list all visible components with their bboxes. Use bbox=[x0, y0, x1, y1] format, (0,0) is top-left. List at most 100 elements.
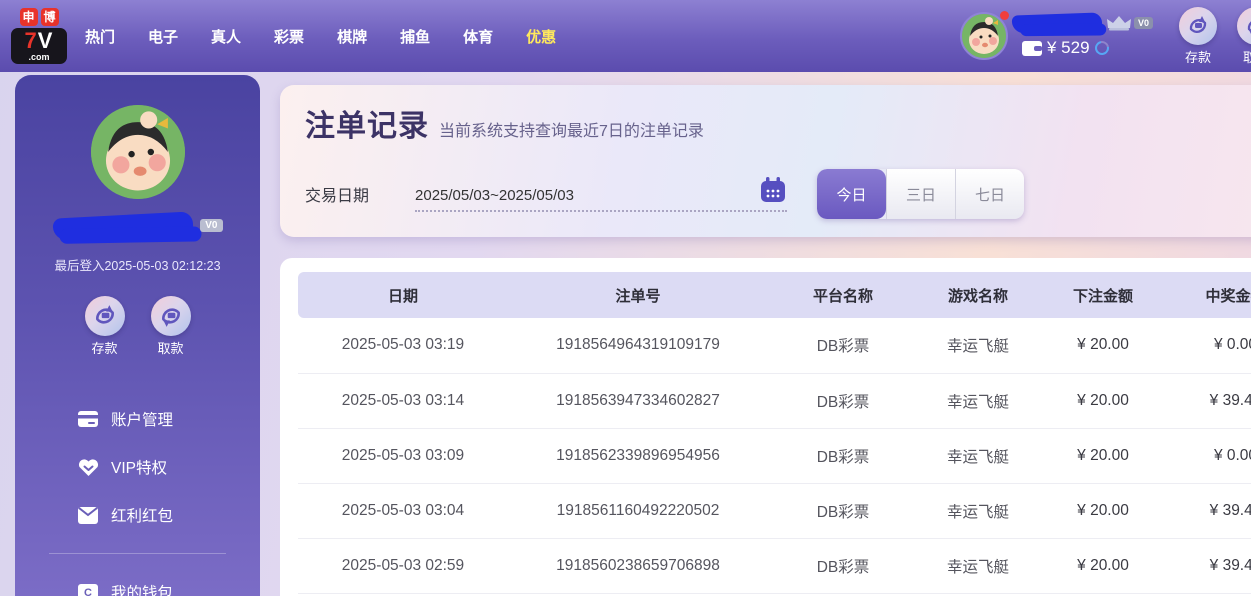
sidebar-divider bbox=[49, 553, 226, 554]
sidebar-avatar bbox=[91, 105, 185, 199]
cell-win-amount: ¥ 0.00 bbox=[1168, 318, 1251, 373]
cell-platform: DB彩票 bbox=[768, 373, 918, 428]
sidebar-avatar-cartoon bbox=[91, 105, 185, 199]
notification-dot bbox=[1000, 11, 1009, 20]
nav-item-1[interactable]: 热门 bbox=[85, 26, 115, 47]
cell-win-amount: ¥ 39.40 bbox=[1168, 483, 1251, 538]
cell-platform: DB彩票 bbox=[768, 483, 918, 538]
deposit-transfer-icon bbox=[1187, 15, 1209, 37]
cell-bet-id: 1918563947334602827 bbox=[508, 373, 768, 428]
cell-win-amount: ¥ 39.40 bbox=[1168, 538, 1251, 593]
tab-three-days[interactable]: 三日 bbox=[886, 169, 955, 219]
logo-tld: .com bbox=[11, 53, 67, 62]
cell-bet-id: 1918560238659706898 bbox=[508, 538, 768, 593]
tab-seven-days[interactable]: 七日 bbox=[955, 169, 1024, 219]
bet-records-table: 日期注单号平台名称游戏名称下注金额中奖金额 2025-05-03 03:1919… bbox=[298, 272, 1251, 594]
column-header: 中奖金额 bbox=[1168, 272, 1251, 318]
table-body: 2025-05-03 03:191918564964319109179DB彩票幸… bbox=[298, 318, 1251, 593]
cell-bet-amount: ¥ 20.00 bbox=[1038, 318, 1168, 373]
nav-item-6[interactable]: 捕鱼 bbox=[400, 26, 430, 47]
sidebar-deposit-button[interactable]: 存款 bbox=[85, 296, 125, 357]
my-wallet-icon: C bbox=[77, 581, 99, 596]
cell-date: 2025-05-03 02:59 bbox=[298, 538, 508, 593]
sidebar: V0 最后登入2025-05-03 02:12:23 存款 bbox=[15, 75, 260, 596]
last-login-text: 最后登入2025-05-03 02:12:23 bbox=[15, 255, 260, 274]
cell-date: 2025-05-03 03:19 bbox=[298, 318, 508, 373]
vip-heart-icon bbox=[77, 456, 99, 478]
bank-card-icon bbox=[77, 408, 99, 430]
deposit-button[interactable]: 存款 bbox=[1179, 7, 1217, 66]
user-cluster: V0 ¥ 529 bbox=[960, 12, 1153, 60]
column-header: 下注金额 bbox=[1038, 272, 1168, 318]
wallet-icon bbox=[1022, 41, 1042, 56]
avatar-image bbox=[960, 12, 1008, 60]
withdraw-button[interactable]: 取款 bbox=[1237, 7, 1251, 66]
cell-bet-id: 1918564964319109179 bbox=[508, 318, 768, 373]
logo-badge-bo: 博 bbox=[41, 8, 59, 26]
sidebar-item-wallet[interactable]: C 我的钱包 bbox=[15, 568, 260, 596]
nav-item-5[interactable]: 棋牌 bbox=[337, 26, 367, 47]
logo-7: 7 bbox=[25, 28, 38, 53]
nav-item-8[interactable]: 优惠 bbox=[526, 26, 556, 47]
tab-today[interactable]: 今日 bbox=[817, 169, 886, 219]
table-row: 2025-05-03 03:191918564964319109179DB彩票幸… bbox=[298, 318, 1251, 373]
logo-box: 7V .com bbox=[11, 28, 67, 64]
calendar-icon[interactable] bbox=[759, 176, 787, 204]
withdraw-transfer-icon bbox=[159, 304, 183, 328]
cell-game: 幸运飞艇 bbox=[918, 428, 1038, 483]
table-row: 2025-05-03 03:141918563947334602827DB彩票幸… bbox=[298, 373, 1251, 428]
table-row: 2025-05-03 03:091918562339896954956DB彩票幸… bbox=[298, 428, 1251, 483]
column-header: 注单号 bbox=[508, 272, 768, 318]
avatar[interactable] bbox=[960, 12, 1008, 60]
nav-item-7[interactable]: 体育 bbox=[463, 26, 493, 47]
main-nav: 热门 电子 真人 彩票 棋牌 捕鱼 体育 优惠 bbox=[85, 26, 556, 47]
topbar: 申 博 7V .com 热门 电子 真人 彩票 棋牌 捕鱼 体育 优惠 bbox=[0, 0, 1251, 72]
bet-records-card: 日期注单号平台名称游戏名称下注金额中奖金额 2025-05-03 03:1919… bbox=[280, 258, 1251, 596]
site-logo[interactable]: 申 博 7V .com bbox=[10, 8, 68, 64]
table-header-row: 日期注单号平台名称游戏名称下注金额中奖金额 bbox=[298, 272, 1251, 318]
svg-text:C: C bbox=[84, 587, 92, 596]
cell-bet-amount: ¥ 20.00 bbox=[1038, 373, 1168, 428]
cell-bet-amount: ¥ 20.00 bbox=[1038, 538, 1168, 593]
cell-game: 幸运飞艇 bbox=[918, 318, 1038, 373]
vip-level-badge: V0 bbox=[1134, 17, 1153, 29]
cell-game: 幸运飞艇 bbox=[918, 483, 1038, 538]
cell-platform: DB彩票 bbox=[768, 428, 918, 483]
sidebar-item-account[interactable]: 账户管理 bbox=[15, 395, 260, 443]
sidebar-item-bonus[interactable]: 红利红包 bbox=[15, 491, 260, 539]
date-range-tabs: 今日 三日 七日 bbox=[817, 169, 1024, 219]
date-range-input[interactable]: 2025/05/03~2025/05/03 bbox=[415, 176, 787, 212]
cell-date: 2025-05-03 03:09 bbox=[298, 428, 508, 483]
username-redacted bbox=[1012, 12, 1103, 33]
table-row: 2025-05-03 03:041918561160492220502DB彩票幸… bbox=[298, 483, 1251, 538]
cell-bet-amount: ¥ 20.00 bbox=[1038, 428, 1168, 483]
withdraw-transfer-icon bbox=[1245, 15, 1251, 37]
nav-item-4[interactable]: 彩票 bbox=[274, 26, 304, 47]
cell-game: 幸运飞艇 bbox=[918, 538, 1038, 593]
deposit-transfer-icon bbox=[93, 304, 117, 328]
cell-platform: DB彩票 bbox=[768, 538, 918, 593]
refresh-balance-icon[interactable] bbox=[1092, 38, 1111, 57]
logo-v: V bbox=[38, 28, 54, 53]
sidebar-item-vip[interactable]: VIP特权 bbox=[15, 443, 260, 491]
nav-item-3[interactable]: 真人 bbox=[211, 26, 241, 47]
cell-bet-id: 1918562339896954956 bbox=[508, 428, 768, 483]
sidebar-withdraw-button[interactable]: 取款 bbox=[151, 296, 191, 357]
red-packet-envelope-icon bbox=[77, 504, 99, 526]
page-header-card: 注单记录 当前系统支持查询最近7日的注单记录 交易日期 2025/05/03~2… bbox=[280, 85, 1251, 237]
column-header: 日期 bbox=[298, 272, 508, 318]
cell-game: 幸运飞艇 bbox=[918, 373, 1038, 428]
nav-item-2[interactable]: 电子 bbox=[148, 26, 178, 47]
cell-win-amount: ¥ 0.00 bbox=[1168, 428, 1251, 483]
crown-icon bbox=[1106, 15, 1132, 31]
cell-bet-id: 1918561160492220502 bbox=[508, 483, 768, 538]
column-header: 平台名称 bbox=[768, 272, 918, 318]
cell-platform: DB彩票 bbox=[768, 318, 918, 373]
balance-amount: ¥ 529 bbox=[1047, 38, 1090, 58]
date-range-value: 2025/05/03~2025/05/03 bbox=[415, 187, 574, 204]
cell-win-amount: ¥ 39.40 bbox=[1168, 373, 1251, 428]
cell-date: 2025-05-03 03:04 bbox=[298, 483, 508, 538]
table-row: 2025-05-03 02:591918560238659706898DB彩票幸… bbox=[298, 538, 1251, 593]
sidebar-username-redacted bbox=[52, 211, 193, 240]
page-title: 注单记录 bbox=[305, 101, 429, 145]
